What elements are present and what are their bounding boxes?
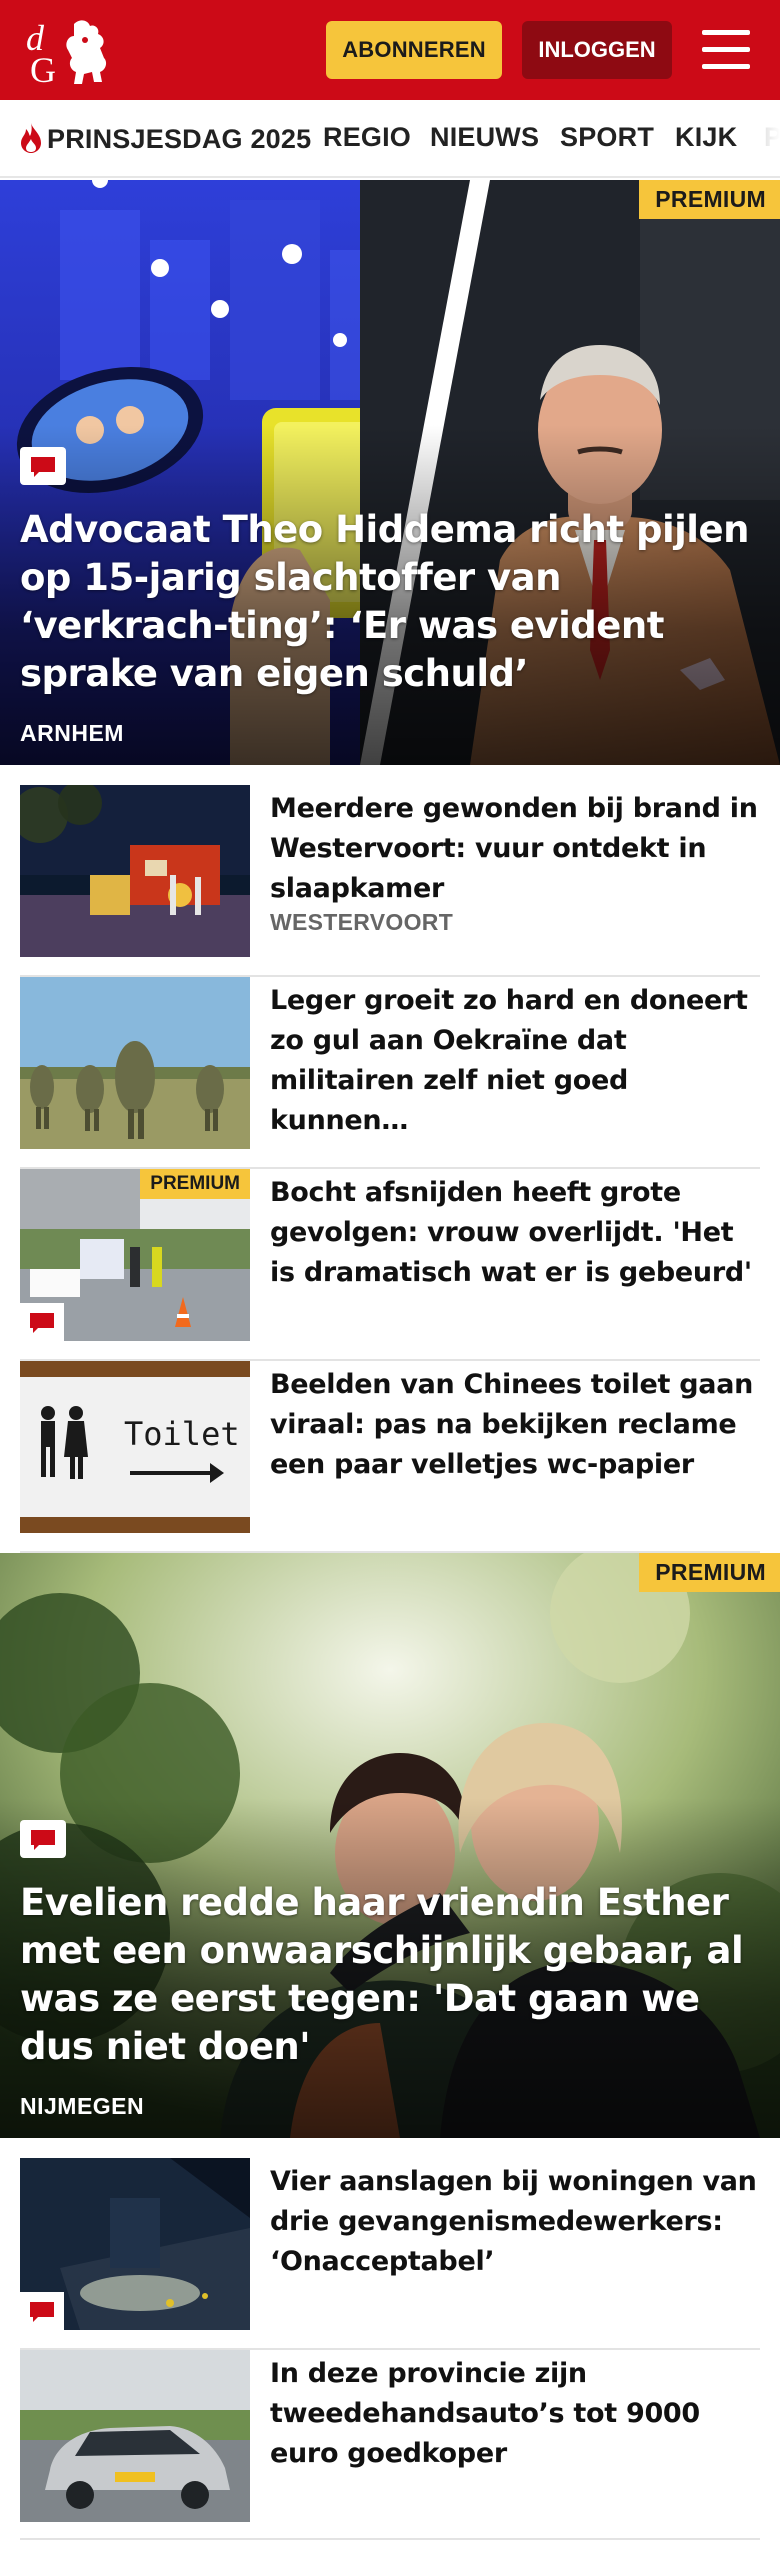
nav-item-nieuws[interactable]: NIEUWS (430, 122, 539, 153)
menu-icon[interactable] (700, 28, 752, 72)
login-button[interactable]: INLOGGEN (522, 21, 672, 79)
list-item[interactable]: Vier aanslagen bij woningen van drie gev… (20, 2158, 760, 2350)
nav-item-kijk[interactable]: KIJK (675, 122, 737, 153)
hero-location: NIJMEGEN (20, 2093, 145, 2119)
article-thumbnail (20, 977, 250, 1149)
nav-item-label: PRINSJESDAG 2025 (47, 124, 312, 154)
article-location: WESTERVOORT (270, 909, 454, 935)
article-title[interactable]: Beelden van Chinees toilet gaan viraal: … (270, 1365, 760, 1485)
section-nav: PRINSJESDAG 2025 REGIO NIEUWS SPORT KIJK… (0, 100, 780, 178)
premium-badge: PREMIUM (639, 1553, 780, 1592)
nav-item-prinsjesdag[interactable]: PRINSJESDAG 2025 (18, 122, 311, 155)
article-thumbnail (20, 785, 250, 957)
article-title[interactable]: Leger groeit zo hard en doneert zo gul a… (270, 981, 760, 1141)
article-thumbnail (20, 2350, 250, 2522)
hero-location: ARNHEM (20, 720, 124, 746)
article-title[interactable]: In deze provincie zijn tweedehandsauto’s… (270, 2354, 760, 2474)
svg-text:G: G (30, 50, 56, 88)
nav-item-label: SPORT (560, 122, 655, 152)
article-title[interactable]: Meerdere gewonden bij brand in Westervoo… (270, 789, 760, 909)
nav-fade (740, 100, 780, 176)
flame-icon (21, 123, 41, 153)
hero-title[interactable]: Evelien redde haar vriendin Esther met e… (20, 1879, 760, 2071)
hero-article-1[interactable]: PREMIUM Advocaat Theo Hiddema richt pijl… (0, 180, 780, 765)
hero-article-2[interactable]: PREMIUM Evelien redde haar vriendin Esth… (0, 1553, 780, 2138)
article-thumbnail: Toilet (20, 1361, 250, 1533)
comment-icon (20, 1303, 64, 1341)
list-item[interactable]: Toilet Beelden van Chinees toilet gaan v… (20, 1361, 760, 1553)
article-thumbnail (20, 2158, 250, 2330)
premium-badge: PREMIUM (140, 1169, 250, 1199)
nav-item-label: NIEUWS (430, 122, 540, 152)
top-bar: d G ABONNEREN INLOGGEN (0, 0, 780, 100)
nav-item-sport[interactable]: SPORT (560, 122, 654, 153)
toilet-sign-text: Toilet (124, 1415, 240, 1453)
list-item[interactable]: PREMIUM Bocht afsnijden heeft grote gevo… (20, 1169, 760, 1361)
nav-item-label: REGIO (323, 122, 412, 152)
subscribe-button[interactable]: ABONNEREN (326, 21, 502, 79)
list-item[interactable]: In deze provincie zijn tweedehandsauto’s… (20, 2350, 760, 2540)
article-title[interactable]: Bocht afsnijden heeft grote gevolgen: vr… (270, 1173, 760, 1293)
nav-item-label: KIJK (675, 122, 738, 152)
article-thumbnail: PREMIUM (20, 1169, 250, 1341)
site-logo[interactable]: d G (22, 14, 118, 88)
article-title[interactable]: Vier aanslagen bij woningen van drie gev… (270, 2162, 760, 2282)
comment-icon (20, 1820, 66, 1858)
comment-icon (20, 2292, 64, 2330)
hero-title[interactable]: Advocaat Theo Hiddema richt pijlen op 15… (20, 506, 760, 698)
comment-icon (20, 447, 66, 485)
premium-badge: PREMIUM (639, 180, 780, 219)
list-item[interactable]: Meerdere gewonden bij brand in Westervoo… (20, 785, 760, 977)
nav-item-regio[interactable]: REGIO (323, 122, 411, 153)
list-item[interactable]: Leger groeit zo hard en doneert zo gul a… (20, 977, 760, 1169)
